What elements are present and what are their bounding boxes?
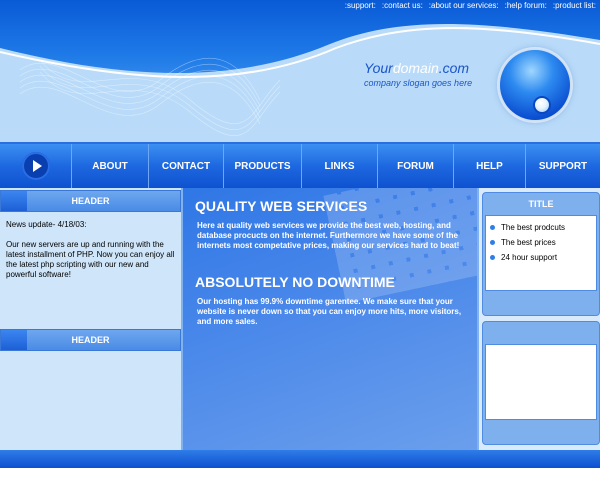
second-box <box>482 321 600 445</box>
nav-support[interactable]: SUPPORT <box>526 144 600 188</box>
play-button[interactable] <box>0 144 72 188</box>
nav-products[interactable]: PRODUCTS <box>224 144 302 188</box>
nav-contact[interactable]: CONTACT <box>149 144 224 188</box>
top-link-about[interactable]: :about our services: <box>429 1 499 11</box>
second-box-content <box>485 344 597 420</box>
bullet-icon <box>490 240 495 245</box>
list-item: The best prodcuts <box>486 220 596 235</box>
sidebar-header-2-label: HEADER <box>71 335 110 345</box>
feature-list: The best prodcuts The best prices 24 hou… <box>486 216 596 265</box>
right-sidebar: TITLE The best prodcuts The best prices … <box>477 188 600 450</box>
heading-downtime: ABSOLUTELY NO DOWNTIME <box>195 274 395 290</box>
news-date: News update- 4/18/03: <box>6 220 87 229</box>
site-footer <box>0 450 600 468</box>
bullet-icon <box>490 225 495 230</box>
list-item: The best prices <box>486 235 596 250</box>
title-box-label: TITLE <box>528 199 554 209</box>
play-icon <box>21 152 50 180</box>
sidebar-header-1-label: HEADER <box>71 196 110 206</box>
title-box: TITLE The best prodcuts The best prices … <box>482 192 600 316</box>
top-links: :support: :contact us: :about our servic… <box>345 1 596 11</box>
news-panel: News update- 4/18/03: Our new servers ar… <box>6 220 178 280</box>
left-sidebar: HEADER News update- 4/18/03: Our new ser… <box>0 188 183 450</box>
top-link-support[interactable]: :support: <box>345 1 376 11</box>
sidebar-header-2: HEADER <box>0 329 181 351</box>
sidebar-header-1: HEADER <box>0 190 181 212</box>
nav-about[interactable]: ABOUT <box>72 144 149 188</box>
heading-quality: QUALITY WEB SERVICES <box>195 198 368 214</box>
title-box-content: The best prodcuts The best prices 24 hou… <box>485 215 597 291</box>
logo-orb-icon <box>500 50 570 120</box>
site-logo-text[interactable]: Yourdomain.com <box>364 60 469 78</box>
main-content: QUALITY WEB SERVICES Here at quality web… <box>183 188 477 450</box>
paragraph-downtime: Our hosting has 99.9% downtime garentee.… <box>197 297 462 326</box>
brand-domain: domain <box>392 60 439 76</box>
top-link-product-list[interactable]: :product list: <box>553 1 596 11</box>
main-nav: ABOUT CONTACT PRODUCTS LINKS FORUM HELP … <box>0 142 600 188</box>
list-item: 24 hour support <box>486 250 596 265</box>
nav-help[interactable]: HELP <box>454 144 526 188</box>
nav-forum[interactable]: FORUM <box>378 144 454 188</box>
company-slogan: company slogan goes here <box>364 78 473 88</box>
paragraph-quality: Here at quality web services we provide … <box>197 221 460 250</box>
bullet-icon <box>490 255 495 260</box>
brand-com: .com <box>438 60 470 76</box>
top-link-help-forum[interactable]: :help forum: <box>505 1 547 11</box>
site-header: :support: :contact us: :about our servic… <box>0 0 600 142</box>
news-body: Our new servers are up and running with … <box>6 240 175 279</box>
brand-your: Your <box>364 60 393 76</box>
nav-links[interactable]: LINKS <box>302 144 378 188</box>
second-box-label <box>483 322 599 344</box>
top-link-contact[interactable]: :contact us: <box>382 1 423 11</box>
